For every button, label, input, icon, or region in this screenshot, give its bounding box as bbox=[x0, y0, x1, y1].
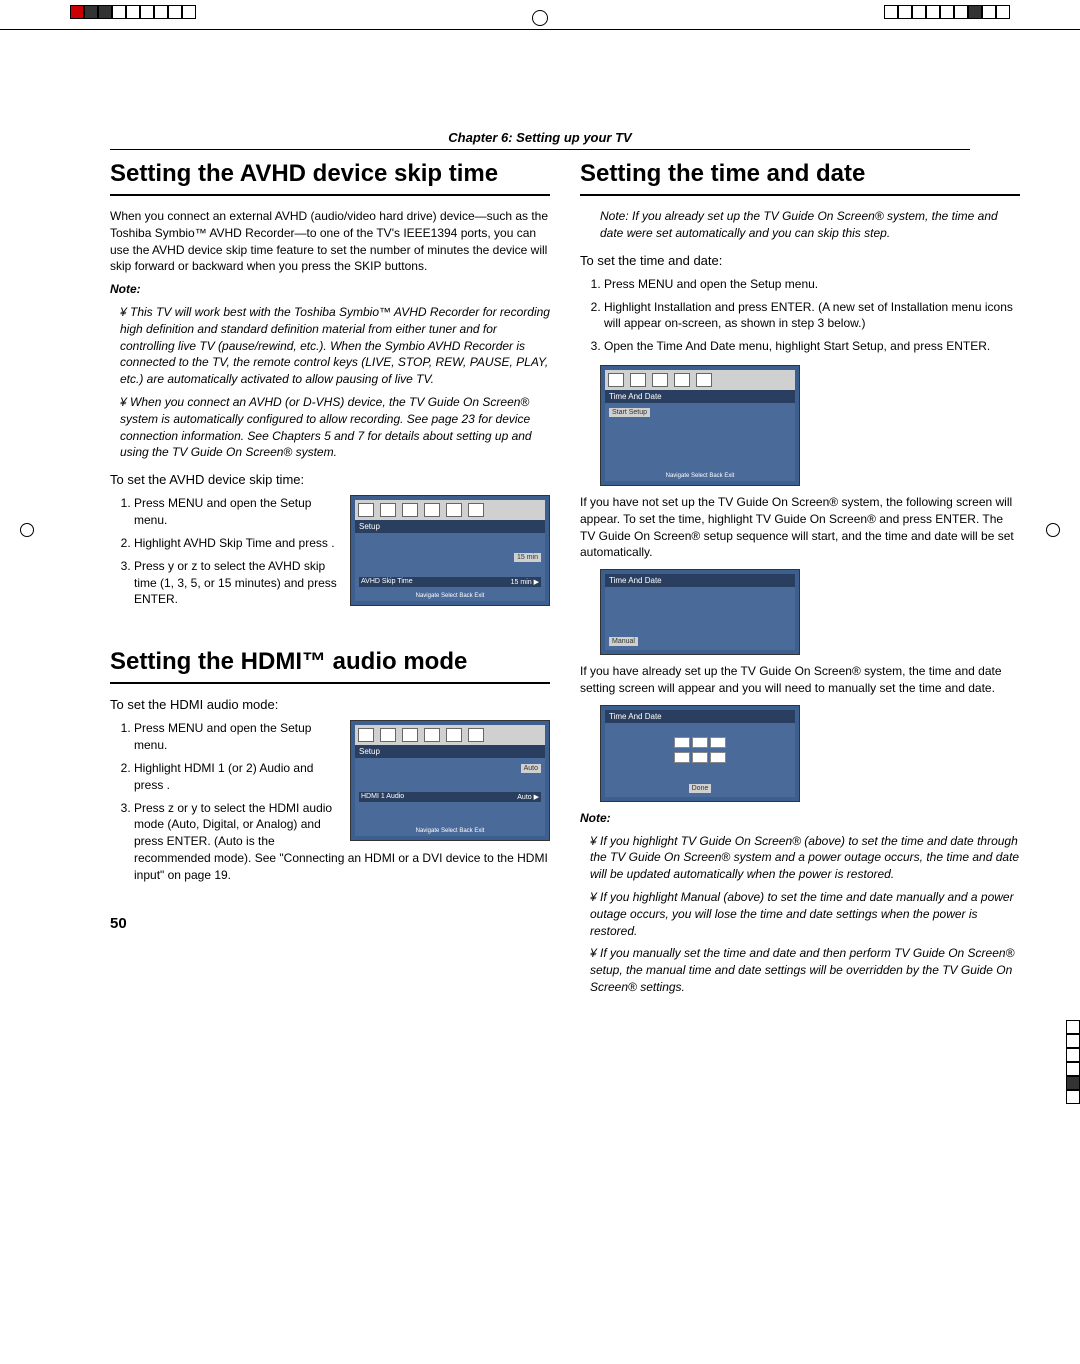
selected-row: AVHD Skip Time 15 min ▶ bbox=[359, 577, 541, 587]
menu-icon bbox=[446, 728, 462, 742]
menu-icon bbox=[446, 503, 462, 517]
right-column: Setting the time and date Note: If you a… bbox=[580, 160, 1020, 1006]
date-field bbox=[674, 737, 690, 748]
avhd-intro: When you connect an external AVHD (audio… bbox=[110, 208, 550, 275]
ui-footer: Navigate Select Back Exit bbox=[355, 591, 545, 601]
time-to-set: To set the time and date: bbox=[580, 252, 1020, 270]
menu-icon bbox=[380, 728, 396, 742]
time-ui-2: Time And Date Manual bbox=[600, 569, 800, 655]
menu-icon bbox=[424, 503, 440, 517]
page-content: Setting the AVHD device skip time When y… bbox=[0, 60, 1080, 1046]
ui-icon-row bbox=[605, 370, 795, 390]
registration-mark-left bbox=[20, 523, 34, 537]
color-bar-right bbox=[884, 5, 1010, 19]
time-steps: Press MENU and open the Setup menu. High… bbox=[580, 276, 1020, 355]
ui-body: Auto HDMI 1 Audio Auto ▶ bbox=[355, 758, 545, 826]
date-field bbox=[710, 737, 726, 748]
menu-icon bbox=[630, 373, 646, 387]
row-label: AVHD Skip Time bbox=[361, 578, 413, 586]
left-column: Setting the AVHD device skip time When y… bbox=[110, 160, 550, 1006]
ui-title: Setup bbox=[355, 745, 545, 758]
time-ui-3: Time And Date Done bbox=[600, 705, 800, 802]
dropdown-value: 15 min bbox=[514, 553, 541, 562]
menu-icon bbox=[402, 728, 418, 742]
time-bnote-1: If you highlight TV Guide On Screen® (ab… bbox=[590, 833, 1020, 883]
avhd-ui-screenshot: Setup 15 min AVHD Skip Time 15 min ▶ Nav… bbox=[350, 495, 550, 606]
heading-hdmi: Setting the HDMI™ audio mode bbox=[110, 648, 550, 684]
ui-footer: Navigate Select Back Exit bbox=[605, 471, 795, 481]
ui-footer: Navigate Select Back Exit bbox=[355, 826, 545, 836]
menu-icon bbox=[358, 728, 374, 742]
print-marks-top bbox=[0, 0, 1080, 30]
heading-avhd: Setting the AVHD device skip time bbox=[110, 160, 550, 196]
note-label: Note: bbox=[110, 281, 550, 298]
time-step-2: Highlight Installation and press ENTER. … bbox=[604, 299, 1020, 333]
menu-icon bbox=[652, 373, 668, 387]
time-para-2: If you have not set up the TV Guide On S… bbox=[580, 494, 1020, 561]
ui-icon-row bbox=[355, 500, 545, 520]
manual-button: Manual bbox=[609, 637, 638, 646]
row-value: 15 min ▶ bbox=[511, 578, 539, 586]
time-step-3: Open the Time And Date menu, highlight S… bbox=[604, 338, 1020, 355]
menu-icon bbox=[402, 503, 418, 517]
ui-body: Done bbox=[605, 723, 795, 797]
ui-title: Setup bbox=[355, 520, 545, 533]
avhd-note-2: When you connect an AVHD (or D-VHS) devi… bbox=[120, 394, 550, 461]
time-ui-1: Time And Date Start Setup Navigate Selec… bbox=[600, 365, 800, 486]
start-setup-button: Start Setup bbox=[609, 408, 650, 417]
time-field bbox=[710, 752, 726, 763]
hdmi-to-set: To set the HDMI audio mode: bbox=[110, 696, 550, 714]
ui-body: 15 min AVHD Skip Time 15 min ▶ bbox=[355, 533, 545, 591]
ui-title: Time And Date bbox=[605, 710, 795, 723]
side-color-bar bbox=[1066, 1020, 1080, 1104]
time-bottom-notes: If you highlight TV Guide On Screen® (ab… bbox=[580, 833, 1020, 996]
dropdown-value: Auto bbox=[521, 764, 541, 773]
registration-mark-right bbox=[1046, 523, 1060, 537]
menu-icon bbox=[674, 373, 690, 387]
avhd-to-set: To set the AVHD device skip time: bbox=[110, 471, 550, 489]
menu-icon bbox=[424, 728, 440, 742]
menu-icon bbox=[468, 503, 484, 517]
avhd-notes: This TV will work best with the Toshiba … bbox=[110, 304, 550, 461]
date-field bbox=[692, 737, 708, 748]
time-field bbox=[674, 752, 690, 763]
ui-title: Time And Date bbox=[605, 574, 795, 587]
ui-body: Start Setup bbox=[605, 403, 795, 471]
ui-title: Time And Date bbox=[605, 390, 795, 403]
row-value: Auto ▶ bbox=[517, 793, 539, 801]
menu-icon bbox=[380, 503, 396, 517]
time-field bbox=[692, 752, 708, 763]
time-para-3: If you have already set up the TV Guide … bbox=[580, 663, 1020, 697]
menu-icon bbox=[608, 373, 624, 387]
time-bnote-3: If you manually set the time and date an… bbox=[590, 945, 1020, 995]
hdmi-ui-screenshot: Setup Auto HDMI 1 Audio Auto ▶ Navigate … bbox=[350, 720, 550, 841]
color-bar-left bbox=[70, 5, 196, 19]
heading-time: Setting the time and date bbox=[580, 160, 1020, 196]
avhd-note-1: This TV will work best with the Toshiba … bbox=[120, 304, 550, 388]
page-number: 50 bbox=[110, 913, 550, 934]
row-label: HDMI 1 Audio bbox=[361, 793, 404, 801]
time-step-1: Press MENU and open the Setup menu. bbox=[604, 276, 1020, 293]
time-bnote-2: If you highlight Manual (above) to set t… bbox=[590, 889, 1020, 939]
note-label: Note: bbox=[580, 810, 1020, 827]
ui-icon-row bbox=[355, 725, 545, 745]
done-button: Done bbox=[689, 784, 712, 793]
selected-row: HDMI 1 Audio Auto ▶ bbox=[359, 792, 541, 802]
menu-icon bbox=[696, 373, 712, 387]
time-note-top: Note: If you already set up the TV Guide… bbox=[580, 208, 1020, 242]
menu-icon bbox=[468, 728, 484, 742]
menu-icon bbox=[358, 503, 374, 517]
ui-body: Manual bbox=[605, 587, 795, 650]
